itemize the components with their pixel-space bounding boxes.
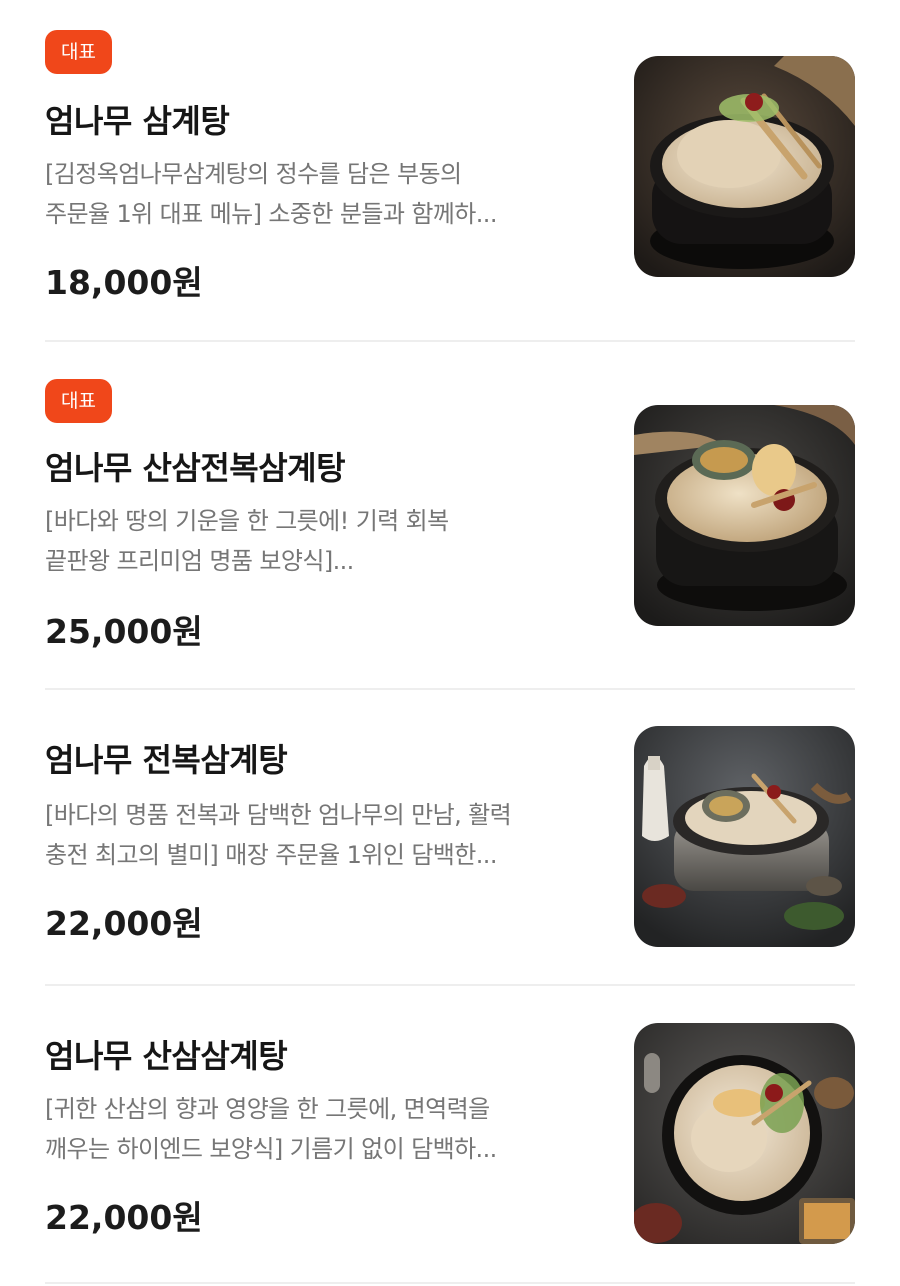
description-line: 충전 최고의 별미] 매장 주문율 1위인 담백한... (45, 841, 497, 869)
menu-item-description: [김정옥엄나무삼계탕의 정수를 담은 부동의 주문율 1위 대표 메뉴] 소중한… (45, 154, 600, 234)
menu-item-eomnamu-sansam-jeonbok-samgyetang[interactable]: 대표 엄나무 산삼전복삼계탕 [바다와 땅의 기운을 한 그릇에! 기력 회복 … (0, 341, 900, 689)
signature-badge: 대표 (45, 379, 112, 423)
description-line: [바다의 명품 전복과 담백한 엄나무의 만남, 활력 (45, 801, 512, 829)
menu-item-name: 엄나무 산삼삼계탕 (45, 1037, 288, 1075)
menu-item-eomnamu-samgyetang[interactable]: 대표 엄나무 삼계탕 [김정옥엄나무삼계탕의 정수를 담은 부동의 주문율 1위… (0, 0, 900, 341)
description-line: 끝판왕 프리미엄 명품 보양식]... (45, 547, 354, 575)
menu-item-price: 18,000원 (45, 263, 203, 302)
signature-badge: 대표 (45, 30, 112, 74)
description-line: 깨우는 하이엔드 보양식] 기름기 없이 담백하... (45, 1135, 497, 1163)
menu-list: 대표 엄나무 삼계탕 [김정옥엄나무삼계탕의 정수를 담은 부동의 주문율 1위… (0, 0, 900, 1286)
menu-item-name: 엄나무 전복삼계탕 (45, 741, 288, 779)
menu-item-price: 22,000원 (45, 904, 203, 943)
menu-item-price: 22,000원 (45, 1198, 203, 1237)
description-line: 주문율 1위 대표 메뉴] 소중한 분들과 함께하... (45, 200, 497, 228)
menu-item-price: 25,000원 (45, 612, 203, 651)
menu-item-description: [바다의 명품 전복과 담백한 엄나무의 만남, 활력 충전 최고의 별미] 매… (45, 795, 600, 875)
menu-item-name: 엄나무 산삼전복삼계탕 (45, 449, 346, 487)
menu-item-eomnamu-jeonbok-samgyetang[interactable]: 엄나무 전복삼계탕 [바다의 명품 전복과 담백한 엄나무의 만남, 활력 충전… (0, 689, 900, 985)
description-line: [김정옥엄나무삼계탕의 정수를 담은 부동의 (45, 160, 462, 188)
menu-item-eomnamu-sansam-samgyetang[interactable]: 엄나무 산삼삼계탕 [귀한 산삼의 향과 영양을 한 그릇에, 면역력을 깨우는… (0, 985, 900, 1286)
abalone-samgyetang-photo[interactable] (634, 726, 855, 947)
menu-item-description: [귀한 산삼의 향과 영양을 한 그릇에, 면역력을 깨우는 하이엔드 보양식]… (45, 1089, 600, 1169)
menu-item-description: [바다와 땅의 기운을 한 그릇에! 기력 회복 끝판왕 프리미엄 명품 보양식… (45, 501, 600, 581)
samgyetang-bowl-photo[interactable] (634, 56, 855, 277)
ginseng-samgyetang-photo[interactable] (634, 1023, 855, 1244)
description-line: [바다와 땅의 기운을 한 그릇에! 기력 회복 (45, 507, 449, 535)
menu-item-name: 엄나무 삼계탕 (45, 102, 230, 140)
abalone-ginseng-samgyetang-photo[interactable] (634, 405, 855, 626)
item-divider (45, 1282, 855, 1284)
description-line: [귀한 산삼의 향과 영양을 한 그릇에, 면역력을 (45, 1095, 490, 1123)
